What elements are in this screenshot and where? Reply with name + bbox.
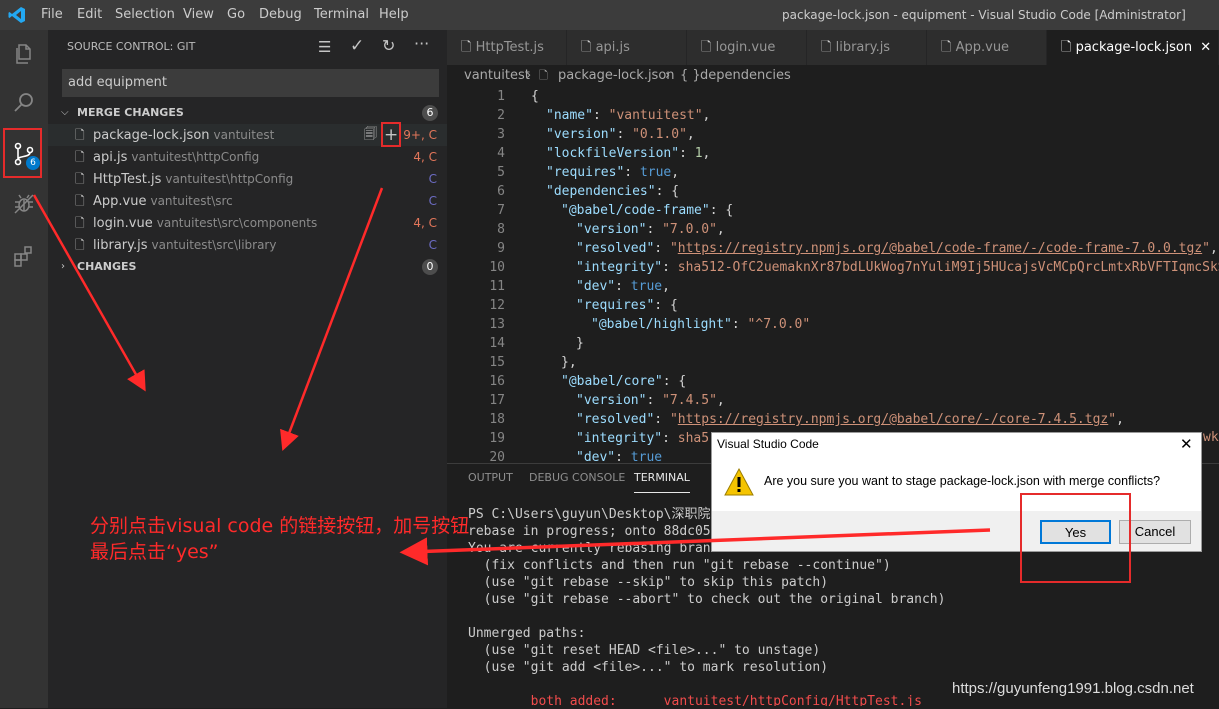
annotation-text: 分别点击visual code 的链接按钮，加号按钮 最后点击“yes” — [90, 513, 469, 565]
annotation-line1: 分别点击visual code 的链接按钮，加号按钮 — [90, 515, 470, 537]
arrow-from-yes-button — [399, 528, 991, 566]
arrow-from-scm-icon — [32, 194, 146, 392]
watermark: https://guyunfeng1991.blog.csdn.net — [952, 680, 1194, 697]
annotation-arrows — [32, 187, 991, 566]
annotation-line2: 最后点击“yes” — [90, 541, 219, 563]
arrow-from-plus-button — [280, 187, 384, 452]
